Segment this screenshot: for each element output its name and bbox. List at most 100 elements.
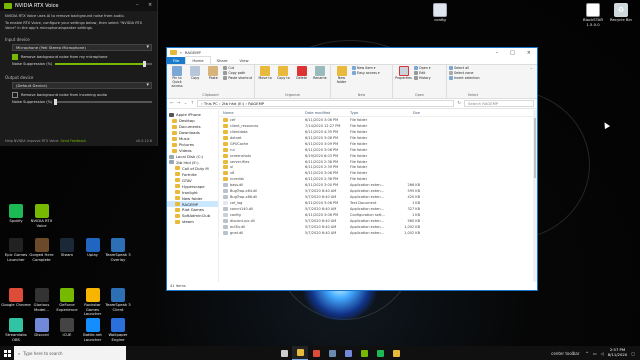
spotify-icon [376,349,384,357]
refresh-icon[interactable]: ↻ [457,101,461,106]
output-device-select[interactable]: (Default Device) [12,82,152,89]
taskbar-app-folder[interactable] [388,346,404,360]
taskbar-app-nvidia[interactable] [356,346,372,360]
minimize-icon[interactable]: – [136,2,139,8]
game-icon [34,238,49,252]
folder-icon [172,142,177,147]
status-bar: 41 items [170,284,186,288]
paste-shortcut-button[interactable]: Paste shortcut [223,76,252,80]
copy-path-button[interactable]: Copy path [223,71,252,75]
desktop-icon-config[interactable]: config [425,3,455,23]
easy-access-button[interactable]: Easy access ▾ [352,71,380,75]
minimize-icon[interactable]: – [496,50,499,56]
slider-track[interactable] [53,99,152,105]
taskbar-search[interactable]: ⌕ Type here to search [14,346,126,360]
up-arrow-icon[interactable]: ↑ [190,101,194,106]
column-name[interactable]: Name [219,111,305,115]
file-name-cell: screenshots [219,153,305,158]
expand-ribbon-icon[interactable]: ⌃ [526,65,537,98]
desktop-icon-teamspeak[interactable]: TeamSpeak 3 Client [103,288,133,312]
slider-handle[interactable] [142,61,146,67]
scrollbar[interactable] [533,110,537,282]
clock[interactable]: 2:57 PM 8/11/2020 [608,348,627,357]
explorer-title-bar[interactable]: ▾ RAGEMP – □ × [167,48,537,57]
notifications-icon[interactable]: ▢ [631,351,635,356]
network-icon[interactable]: ▭ [593,351,597,356]
file-name-cell: v8 [219,171,305,176]
file-date: 6/11/2020 3:06 PM [305,201,339,206]
desktop-icon-recycle-bin[interactable]: ♻ Recycle Bin [606,3,636,23]
desktop-icon-wallpaper-engine[interactable]: Wallpaper Engine [103,318,133,342]
select-all-button[interactable]: Select all [449,66,480,70]
tab-view[interactable]: View [234,57,255,64]
slider-track[interactable] [55,61,152,67]
file-name-cell: BugTrap-x86.dll [219,195,305,200]
center-toolbar-label[interactable]: center toolbar [551,351,585,356]
folder-icon [223,141,228,146]
search-input[interactable]: Search RAGEMP [464,100,534,107]
file-row[interactable]: gnet.dll 5/7/2020 6:40 AM Application exte… [219,230,537,236]
file-name: rui [230,147,235,152]
file-name-cell: cef [219,117,305,122]
input-device-select[interactable]: Microphone (Yeti Stereo Microphone) [12,44,152,51]
volume-icon[interactable]: ◁ [601,351,604,356]
paste-button[interactable]: Paste [205,66,221,88]
folder-icon [172,124,177,129]
recent-locations-icon[interactable]: ⌄ [184,101,188,106]
new-folder-button[interactable]: New folder [333,66,350,85]
taskbar-app-steam[interactable] [324,346,340,360]
close-icon[interactable]: × [148,2,152,8]
input-noise-slider[interactable]: Noise Suppression (%) [12,61,152,67]
copy-button[interactable]: Copy [187,66,203,88]
rtx-footer: Help NVIDIA improve RTX Voice: Send Feed… [5,139,152,143]
desktop-icon-nvidia[interactable]: NVIDIA RTX Voice [27,204,57,228]
nav-item[interactable]: steam [167,219,218,225]
output-noise-checkbox[interactable]: Remove background noise from incoming au… [12,92,152,98]
pin-quick-access-button[interactable]: Pin to Quick access [169,66,185,88]
quick-access-toolbar-icon[interactable]: ▾ [180,50,182,55]
open-button[interactable]: Open ▾ [414,66,431,70]
tab-file[interactable]: File [167,57,186,64]
forward-arrow-icon[interactable]: → [177,101,181,106]
open-group: Properties Open ▾ Edit History Open [393,65,447,98]
desktop-icon-teamspeak[interactable]: TeamSpeak 3 Overlay [103,238,133,262]
copy-to-button[interactable]: Copy to [275,66,291,81]
rtx-description: NVIDIA RTX Voice uses AI to remove backg… [5,14,125,18]
delete-button[interactable]: Delete [294,66,310,81]
rtx-title-bar[interactable]: NVIDIA RTX Voice [0,0,157,11]
send-feedback-link[interactable]: Send Feedback [60,139,86,143]
taskbar-app-chrome[interactable] [308,346,324,360]
history-button[interactable]: History [414,76,431,80]
scrollbar-thumb[interactable] [534,118,536,178]
taskbar-app-task-view[interactable] [276,346,292,360]
taskbar-app-spotify[interactable] [372,346,388,360]
move-to-button[interactable]: Move to [257,66,273,81]
tab-share[interactable]: Share [211,57,234,64]
tray-chevron-icon[interactable]: ^ [586,351,589,356]
select-none-button[interactable]: Select none [449,71,480,75]
rename-button[interactable]: Rename [312,66,328,81]
maximize-icon[interactable]: □ [510,50,515,56]
cut-button[interactable]: Cut [223,66,252,70]
input-noise-checkbox[interactable]: Remove background noise from my micropho… [12,54,152,60]
properties-button[interactable]: Properties [395,66,412,81]
start-button[interactable] [0,346,14,360]
taskbar-app-discord[interactable] [340,346,356,360]
new-item-button[interactable]: New item ▾ [352,66,380,70]
desktop-icon-blockstar[interactable]: BlockSTAR 1.5.0.0 [578,3,608,27]
address-bar[interactable]: › This PC › 2tb hhd (E:) › RAGEMP [197,100,455,107]
edit-button[interactable]: Edit [414,71,431,75]
invert-selection-button[interactable]: Invert selection [449,76,480,80]
back-arrow-icon[interactable]: ← [170,101,174,106]
checkbox-checked-icon[interactable] [12,54,18,60]
slider-handle[interactable] [53,99,57,105]
copy-icon [190,66,201,76]
column-date[interactable]: Date modified [305,111,350,115]
column-type[interactable]: Type [350,111,390,115]
column-size[interactable]: Size [390,111,420,115]
taskbar-app-file-explorer[interactable] [292,346,308,360]
checkbox-unchecked-icon[interactable] [12,92,18,98]
tab-home[interactable]: Home [185,56,211,64]
output-noise-slider[interactable]: Noise Suppression (%) [12,99,152,105]
close-icon[interactable]: × [527,50,531,56]
